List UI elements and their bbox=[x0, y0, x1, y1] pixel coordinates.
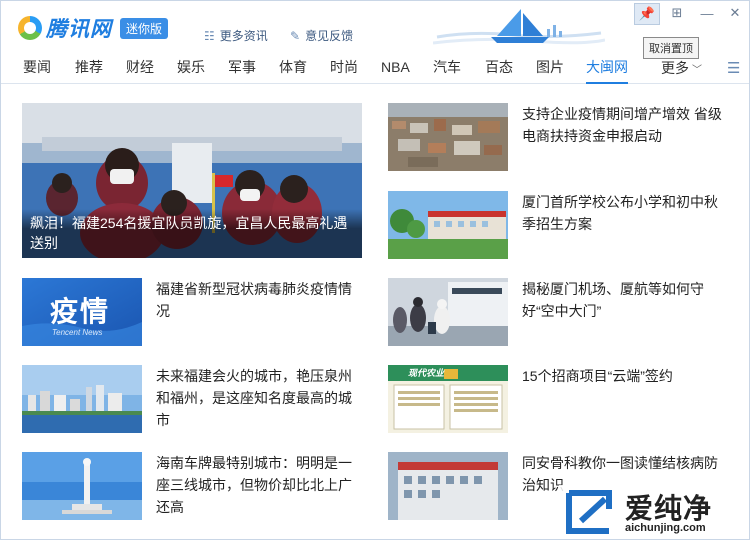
poster-image bbox=[388, 365, 508, 433]
app-window: 腾讯网 迷你版 ☷ 更多资讯 ✎ 意见反馈 📌 ⊞ — ✕ 取消置顶 要闻 推荐… bbox=[0, 0, 750, 540]
hero-title: 飙泪！福建254名援宜队员凯旋，宜昌人民最高礼遇送别 bbox=[22, 209, 362, 258]
statue-image bbox=[22, 452, 142, 520]
menu-icon[interactable]: ☰ bbox=[727, 59, 740, 77]
watermark-name: 爱纯净 bbox=[625, 493, 713, 524]
thumb-hainan[interactable] bbox=[22, 452, 142, 520]
poster-text: 现代农业 bbox=[408, 368, 445, 378]
article-title[interactable]: 15个招商项目“云端”签约 bbox=[522, 365, 722, 387]
watermark-url: aichunjing.com bbox=[625, 522, 706, 534]
pencil-icon: ✎ bbox=[290, 28, 301, 43]
category-nav: 要闻 推荐 财经 娱乐 军事 体育 时尚 NBA 汽车 百态 图片 大闽网 更多… bbox=[1, 53, 749, 84]
thumb-city[interactable] bbox=[22, 365, 142, 433]
thumb-epidemic[interactable]: 疫情 Tencent News bbox=[22, 278, 142, 346]
tab-tuijian[interactable]: 推荐 bbox=[75, 58, 103, 82]
tab-junshi[interactable]: 军事 bbox=[228, 58, 256, 82]
more-label: 更多 bbox=[661, 60, 689, 76]
more-categories-button[interactable]: 更多 ﹀ bbox=[661, 58, 702, 78]
logo-icon bbox=[18, 16, 42, 40]
feedback-link[interactable]: ✎ 意见反馈 bbox=[290, 27, 353, 44]
thumb-text: 疫情 bbox=[50, 296, 111, 327]
article-title[interactable]: 揭秘厦门机场、厦航等如何守好“空中大门” bbox=[522, 278, 722, 322]
tab-tiyu[interactable]: 体育 bbox=[279, 58, 307, 82]
city-image bbox=[22, 365, 142, 433]
logo-text: 腾讯网 bbox=[46, 18, 112, 41]
thumb-airport[interactable] bbox=[388, 278, 508, 346]
hero-article[interactable]: 飙泪！福建254名援宜队员凯旋，宜昌人民最高礼遇送别 bbox=[22, 103, 362, 258]
tab-caijing[interactable]: 财经 bbox=[126, 58, 154, 82]
minimize-icon[interactable]: — bbox=[695, 3, 719, 23]
thumb-aerial[interactable] bbox=[388, 103, 508, 171]
tab-baitai[interactable]: 百态 bbox=[485, 58, 513, 82]
aerial-town-image bbox=[388, 103, 508, 171]
tab-yaowen[interactable]: 要闻 bbox=[23, 58, 51, 82]
tab-nba[interactable]: NBA bbox=[381, 58, 410, 82]
tab-qiche[interactable]: 汽车 bbox=[433, 58, 461, 82]
mini-version-badge: 迷你版 bbox=[120, 17, 169, 39]
list-icon: ☷ bbox=[204, 28, 215, 43]
more-news-label: 更多资讯 bbox=[219, 29, 268, 43]
school-image bbox=[388, 191, 508, 259]
airport-image bbox=[388, 278, 508, 346]
pin-icon[interactable]: 📌 bbox=[634, 3, 660, 25]
more-news-link[interactable]: ☷ 更多资讯 bbox=[204, 27, 268, 44]
article-title[interactable]: 海南车牌最特别城市：明明是一座三线城市，但物价却比北上广还高 bbox=[156, 452, 356, 518]
article-title[interactable]: 支持企业疫情期间增产增效 省级电商扶持资金申报启动 bbox=[522, 103, 722, 147]
chevron-down-icon: ﹀ bbox=[692, 64, 702, 76]
article-title[interactable]: 厦门首所学校公布小学和初中秋季招生方案 bbox=[522, 191, 722, 235]
close-icon[interactable]: ✕ bbox=[723, 3, 747, 23]
tab-shishang[interactable]: 时尚 bbox=[330, 58, 358, 82]
thumb-subtext: Tencent News bbox=[52, 328, 103, 337]
header: 腾讯网 迷你版 ☷ 更多资讯 ✎ 意见反馈 📌 ⊞ — ✕ 取消置顶 bbox=[1, 1, 749, 59]
sailboat-illustration bbox=[433, 9, 605, 45]
thumb-investment[interactable]: 现代农业 bbox=[388, 365, 508, 433]
tab-daminwang[interactable]: 大闽网 bbox=[586, 58, 628, 84]
logo[interactable]: 腾讯网 迷你版 bbox=[18, 15, 169, 41]
hospital-image bbox=[388, 452, 508, 520]
thumb-hospital[interactable] bbox=[388, 452, 508, 520]
tab-tupian[interactable]: 图片 bbox=[536, 58, 564, 82]
feedback-label: 意见反馈 bbox=[305, 29, 354, 43]
thumb-school[interactable] bbox=[388, 191, 508, 259]
article-title[interactable]: 未来福建会火的城市，艳压泉州和福州，是这座知名度最高的城市 bbox=[156, 365, 356, 431]
tab-yule[interactable]: 娱乐 bbox=[177, 58, 205, 82]
maximize-icon[interactable]: ⊞ bbox=[665, 3, 689, 23]
article-title[interactable]: 福建省新型冠状病毒肺炎疫情情况 bbox=[156, 278, 356, 322]
